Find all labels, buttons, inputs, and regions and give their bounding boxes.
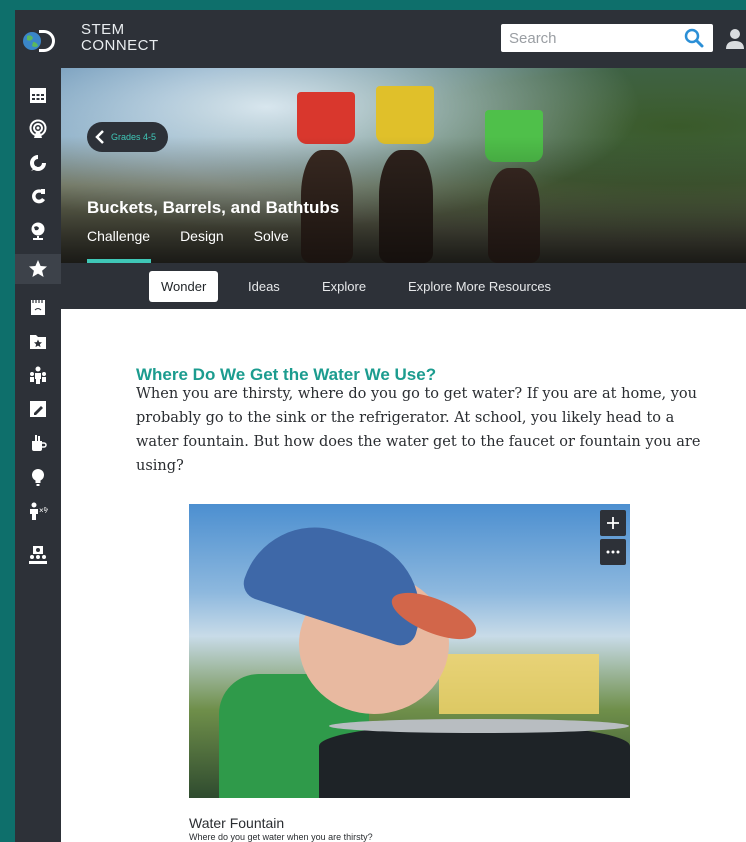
intro-paragraph: When you are thirsty, where do you go to… [136, 386, 701, 474]
brand-line-2: CONNECT [81, 37, 159, 54]
calendar-icon[interactable] [23, 80, 53, 110]
fountain-rim [329, 719, 629, 733]
plus-icon [607, 517, 619, 529]
window-frame: ×% STEM CONNECT [0, 0, 746, 842]
group-icon[interactable] [23, 540, 53, 570]
search-input[interactable] [501, 24, 677, 52]
user-account-icon[interactable] [724, 27, 746, 49]
search-icon[interactable] [683, 28, 705, 48]
brand-line-1: STEM [81, 21, 125, 38]
sidebar: ×% [15, 10, 61, 842]
svg-text:×%: ×% [39, 506, 48, 515]
folder-star-icon[interactable] [23, 326, 53, 356]
section-subnav: Wonder Ideas Explore Explore More Resour… [61, 263, 746, 309]
expand-image-button[interactable] [600, 510, 626, 536]
water-fountain-image[interactable] [189, 504, 630, 798]
star-icon[interactable] [15, 254, 61, 284]
compass-icon[interactable] [23, 148, 53, 178]
magnet-icon[interactable] [23, 182, 53, 212]
background-building [439, 654, 599, 714]
main-content: Where Do We Get the Water We Use? When y… [61, 309, 746, 842]
lightbulb-icon[interactable] [23, 462, 53, 492]
pencil-icon[interactable] [23, 394, 53, 424]
cup-icon[interactable] [23, 428, 53, 458]
tab-solve[interactable]: Solve [254, 228, 289, 244]
subtab-explore[interactable]: Explore [322, 271, 366, 302]
chevron-left-icon [95, 130, 104, 144]
tab-design[interactable]: Design [180, 228, 224, 244]
fountain-basin [319, 724, 630, 798]
subtab-ideas[interactable]: Ideas [248, 271, 280, 302]
top-header: STEM CONNECT [61, 10, 746, 68]
hero-tabs: Challenge Design Solve [87, 228, 289, 244]
page-title: Buckets, Barrels, and Bathtubs [87, 198, 340, 217]
ellipsis-icon [606, 550, 620, 554]
brand-logo[interactable]: STEM CONNECT [81, 22, 159, 54]
more-options-button[interactable] [600, 539, 626, 565]
tab-challenge[interactable]: Challenge [87, 228, 150, 244]
figure-caption-text: Where do you get water when you are thir… [189, 832, 373, 842]
broadcast-icon[interactable] [23, 114, 53, 144]
people-icon[interactable] [23, 360, 53, 390]
back-to-grade-button[interactable]: Grades 4-5 [87, 122, 169, 152]
subtab-wonder[interactable]: Wonder [149, 271, 219, 302]
figure-caption-title: Water Fountain [189, 815, 285, 831]
subtab-explore-more-resources[interactable]: Explore More Resources [408, 271, 551, 302]
notebook-icon[interactable] [23, 292, 53, 322]
person-percent-icon[interactable]: ×% [23, 496, 53, 526]
globe-icon[interactable] [23, 216, 53, 246]
app-window: ×% STEM CONNECT [15, 10, 746, 842]
search-box [501, 24, 713, 52]
discovery-logo-icon[interactable] [21, 26, 55, 56]
back-label: Grades 4-5 [111, 132, 157, 142]
hero-banner: Grades 4-5 Buckets, Barrels, and Bathtub… [61, 68, 746, 263]
